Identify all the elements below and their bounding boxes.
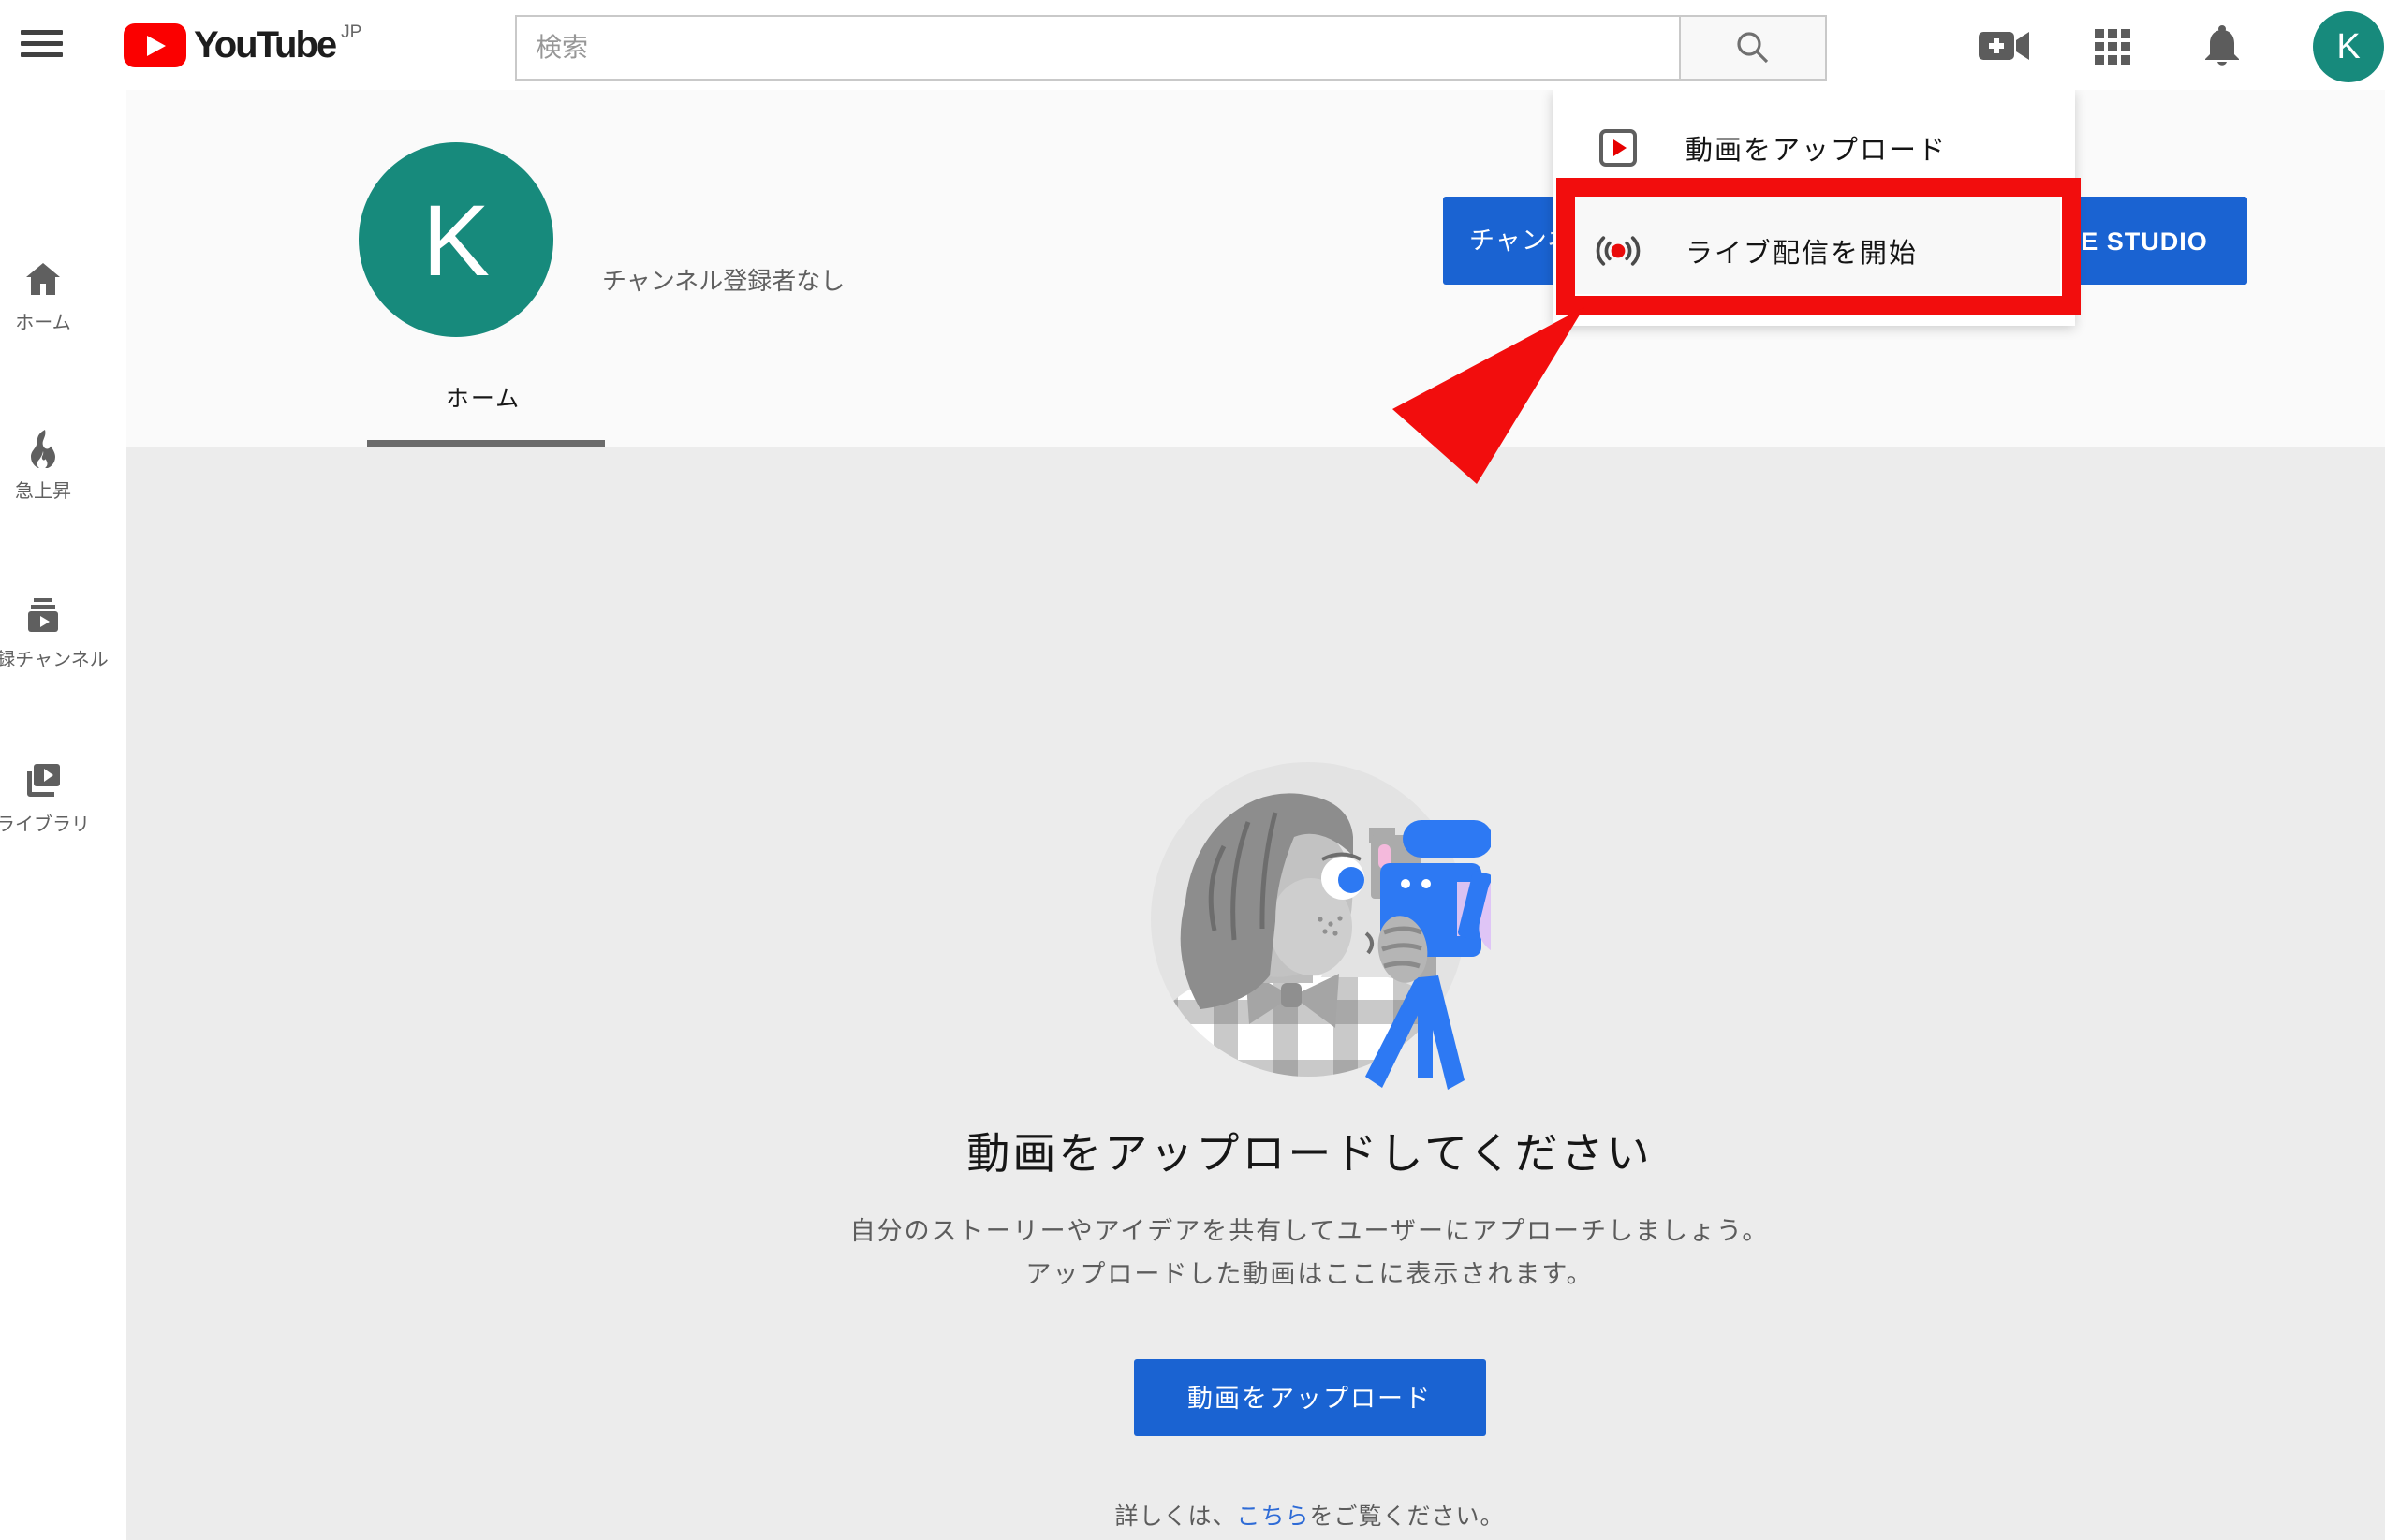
search-input[interactable] <box>515 15 1679 81</box>
hamburger-menu-icon[interactable] <box>15 22 67 67</box>
search-button[interactable] <box>1679 15 1827 81</box>
youtube-logo[interactable]: YouTube JP <box>124 22 361 67</box>
tab-home[interactable]: ホーム <box>412 380 554 414</box>
library-icon <box>22 760 64 801</box>
sidebar-item-library[interactable]: ライブラリ <box>0 760 86 801</box>
person-with-video-camera-illustration <box>1135 741 1491 1097</box>
topbar: YouTube JP <box>0 0 2385 90</box>
notifications-bell-icon <box>2203 24 2241 67</box>
empty-state-footer: 詳しくは、こちらをご覧ください。 <box>126 1498 2385 1532</box>
upload-video-icon <box>1596 125 1641 170</box>
menu-item-label: ライブ配信を開始 <box>1686 231 1918 271</box>
youtube-play-icon <box>124 23 186 67</box>
empty-state-title: 動画をアップロードしてください <box>126 1120 2385 1181</box>
upload-video-button[interactable]: 動画をアップロード <box>1134 1359 1486 1436</box>
create-dropdown-menu: 動画をアップロード ライブ配信を開始 <box>1553 90 2075 326</box>
sidebar-item-label: 急上昇 <box>15 476 71 503</box>
create-video-button[interactable] <box>1978 26 2032 66</box>
active-tab-underline <box>367 440 605 447</box>
menu-item-upload-video[interactable]: 動画をアップロード <box>1553 101 2075 195</box>
learn-more-link[interactable]: こちら <box>1236 1503 1309 1530</box>
footer-text-prefix: 詳しくは、 <box>1114 1503 1236 1530</box>
sidebar-item-label: ホーム <box>15 307 70 334</box>
subscriber-status: チャンネル登録者なし <box>602 262 845 297</box>
search-icon <box>1734 29 1772 66</box>
home-icon <box>22 258 64 300</box>
sidebar-item-home[interactable]: ホーム <box>0 258 86 300</box>
menu-item-go-live[interactable]: ライブ配信を開始 <box>1553 195 2075 307</box>
sidebar-item-trending[interactable]: 急上昇 <box>0 427 86 468</box>
empty-state-description: 自分のストーリーやアイデアを共有してユーザーにアプローチしましょう。 アップロー… <box>126 1210 2385 1296</box>
sidebar: ホーム 急上昇 登録チャンネル ライブラリ <box>0 90 126 1540</box>
youtube-channel-page: YouTube JP <box>0 0 2385 1540</box>
video-camera-plus-icon <box>1979 27 2031 65</box>
channel-avatar: K <box>359 142 553 337</box>
empty-state-action-row: 動画をアップロード <box>126 1359 2385 1436</box>
footer-text-suffix: をご覧ください。 <box>1310 1503 1505 1530</box>
description-line-1: 自分のストーリーやアイデアを共有してユーザーにアプローチしましょう。 <box>234 1210 2385 1253</box>
sidebar-item-label: ライブラリ <box>0 809 90 836</box>
description-line-2: アップロードした動画はここに表示されます。 <box>234 1253 2385 1296</box>
logo-region-code: JP <box>341 22 361 43</box>
subscriptions-icon <box>22 595 64 637</box>
go-live-icon <box>1596 228 1641 273</box>
sidebar-item-subscriptions[interactable]: 登録チャンネル <box>0 595 86 637</box>
apps-grid-icon <box>2095 29 2130 65</box>
trending-icon <box>22 427 64 468</box>
account-avatar[interactable]: K <box>2313 11 2384 82</box>
apps-grid-button[interactable] <box>2094 28 2131 66</box>
sidebar-item-label: 登録チャンネル <box>0 644 109 671</box>
logo-wordmark: YouTube <box>194 24 335 66</box>
notifications-button[interactable] <box>2202 24 2242 67</box>
menu-item-label: 動画をアップロード <box>1686 128 1947 168</box>
